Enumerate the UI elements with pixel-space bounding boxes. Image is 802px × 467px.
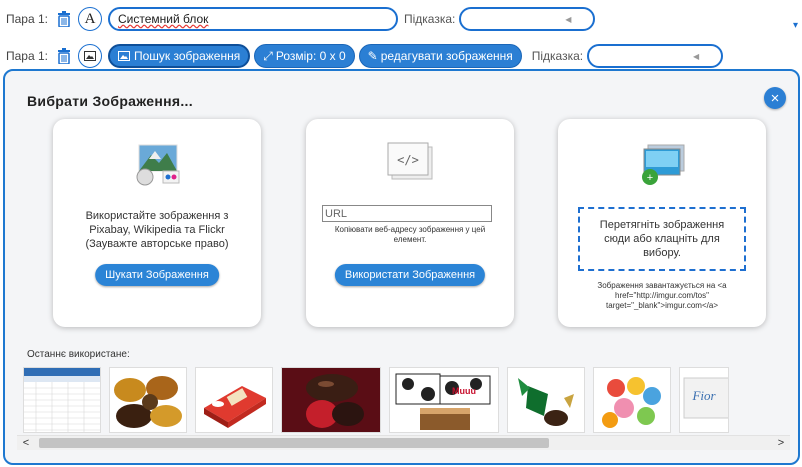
code-icon: </> [384,141,436,185]
chevron-down-icon[interactable]: ▾ [793,20,798,31]
thumbnail-fiori-wrapper[interactable]: Fior [679,367,729,433]
search-card: Використайте зображення з Pixabay, Wikip… [53,119,261,327]
pair-text-input[interactable]: Системний блок [108,7,398,31]
hint-label: Підказка: [404,12,456,26]
url-note-line2: елемент. [393,235,427,244]
thumbnail-chocolate-truffles[interactable] [281,367,381,433]
drop-zone[interactable]: Перетягніть зображення сюди або клацніть… [578,207,746,271]
hint-input[interactable]: ◀ [587,44,724,68]
upload-card: + Перетягніть зображення сюди або клацні… [558,119,766,327]
edit-image-button[interactable]: ✎ редагувати зображення [358,44,522,68]
thumbnail-green-wrapped-candy[interactable] [507,367,585,433]
thumbnail-candy-box[interactable] [195,367,273,433]
image-mode-icon[interactable] [78,44,102,68]
speaker-icon[interactable]: ◀ [693,52,699,61]
scroll-right-icon[interactable]: > [774,436,788,450]
hint-label: Підказка: [531,49,584,63]
url-placeholder: URL [325,207,348,220]
trash-icon[interactable] [56,47,72,65]
edit-icon: ✎ [367,49,378,63]
trash-icon[interactable] [56,10,72,28]
edit-image-label: редагувати зображення [380,49,513,63]
use-image-button[interactable]: Використати Зображення [334,264,486,286]
pair-text-value: Системний блок [118,12,209,26]
search-text-line2: Pixabay, Wikipedia та Flickr [89,224,225,236]
search-image-button[interactable]: Пошук зображення [108,44,251,68]
thumbnail-spreadsheet[interactable] [23,367,101,433]
upload-image-icon: + [636,143,688,187]
recent-thumbnails: Muuu Fior [23,367,793,435]
upload-note-line1: Зображення завантажується на <a [597,281,727,290]
pair-row-text: Пара 1: A Системний блок Підказка: ◀ [0,4,596,34]
svg-text:+: + [647,172,653,184]
thumbnail-milka-cow-candies[interactable]: Muuu [389,367,499,433]
drop-zone-text: Перетягніть зображення сюди або клацніть… [599,219,725,259]
modal-title: Вибрати Зображення... [27,93,193,109]
scroll-left-icon[interactable]: < [19,436,33,450]
pair-label: Пара 1: [6,49,48,63]
upload-note-line2: href="http://imgur.com/tos" [615,291,709,300]
pair-label: Пара 1: [6,12,48,26]
resize-icon: ⤢ [263,48,273,63]
speaker-icon[interactable]: ◀ [565,15,571,24]
picture-icon [118,51,130,61]
url-note-line1: Копіювати веб-адресу зображення у цей [334,225,486,234]
url-card: </> URL Копіювати веб-адресу зображення … [306,119,514,327]
pair-row-image: Пара 1: Пошук зображення ⤢ Розмір: 0 х 0… [0,41,724,71]
recent-label: Останнє використане: [27,349,130,360]
thumbnail-chocolate-candies[interactable] [109,367,187,433]
close-button[interactable]: × [764,87,786,109]
hint-input[interactable]: ◀ [459,7,596,31]
upload-note-line3: target="_blank">imgur.com</a> [606,301,718,310]
svg-text:</>: </> [397,153,419,167]
svg-text:Fior: Fior [691,388,716,403]
horizontal-scrollbar[interactable]: < > [17,435,790,450]
search-sources-icon [133,143,183,187]
search-images-button[interactable]: Шукати Зображення [95,264,219,286]
image-picker-modal: Вибрати Зображення... × Використайте зоб… [3,69,800,465]
thumbnail-colorful-candies[interactable] [593,367,671,433]
size-label: Розмір: 0 х 0 [275,49,346,63]
search-text-line3: (Зауважте авторське право) [85,238,229,250]
letter-a-icon[interactable]: A [78,7,102,31]
search-text-line1: Використайте зображення з [85,210,229,222]
scroll-thumb[interactable] [39,438,549,448]
size-button[interactable]: ⤢ Розмір: 0 х 0 [254,44,355,68]
url-input[interactable]: URL [322,205,492,222]
search-image-label: Пошук зображення [134,49,241,63]
svg-text:Muuu: Muuu [452,386,476,396]
